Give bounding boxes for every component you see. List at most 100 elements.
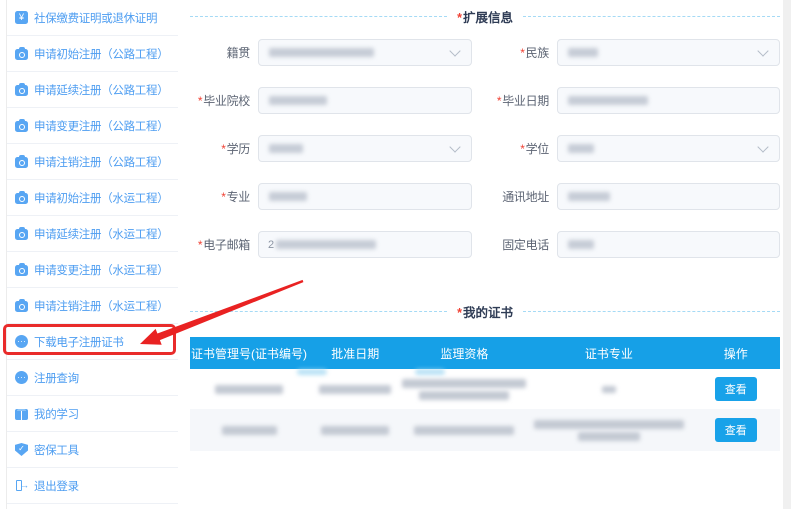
shield-check-icon <box>15 443 28 456</box>
certificate-major-cell <box>526 381 691 398</box>
view-certificate-button[interactable]: 查看 <box>714 418 757 442</box>
extended-info-form: 籍贯 *民族 *毕业院校 *毕业日期 *学历 *学位 *专业 通讯地址 *电子邮… <box>185 39 780 258</box>
dashed-divider <box>190 15 448 17</box>
briefcase-icon <box>15 155 28 168</box>
sidebar-item-logout[interactable]: 退出登录 <box>7 468 178 504</box>
column-header: 证书专业 <box>584 346 633 361</box>
redacted-value <box>568 144 594 153</box>
ethnicity-select[interactable] <box>557 39 780 66</box>
education-level-select[interactable] <box>258 135 472 162</box>
briefcase-icon <box>15 263 28 276</box>
required-asterisk: * <box>221 142 226 156</box>
sidebar-item-social-insurance-proof[interactable]: 社保缴费证明或退休证明 <box>7 0 178 36</box>
form-field-graduation-date: *毕业日期 <box>484 87 780 114</box>
required-asterisk: * <box>520 142 525 156</box>
briefcase-icon <box>15 119 28 132</box>
form-field-education-level: *学历 <box>185 135 472 162</box>
graduation-date-input[interactable] <box>557 87 780 114</box>
sidebar-item-cancel-registration-waterway[interactable]: 申请注销注册（水运工程） <box>7 288 178 324</box>
action-cell: 查看 <box>691 413 780 447</box>
form-field-native-place: 籍贯 <box>185 39 472 66</box>
degree-select[interactable] <box>557 135 780 162</box>
column-header: 证书管理号(证书编号) <box>191 346 307 361</box>
redacted-value <box>533 419 684 429</box>
chevron-down-icon <box>757 44 769 57</box>
required-asterisk: * <box>197 238 203 252</box>
sidebar-item-initial-registration-highway[interactable]: 申请初始注册（公路工程） <box>7 36 178 72</box>
table-header-row: 证书管理号(证书编号) 批准日期 监理资格 证书专业 操作 <box>190 337 780 369</box>
email-input[interactable]: 2 <box>258 231 472 258</box>
redacted-value <box>276 240 377 249</box>
view-certificate-button[interactable]: 查看 <box>714 377 757 401</box>
redacted-value <box>577 431 640 441</box>
sidebar-item-change-registration-waterway[interactable]: 申请变更注册（水运工程） <box>7 252 178 288</box>
required-asterisk: * <box>457 305 462 320</box>
briefcase-icon <box>15 191 28 204</box>
sidebar-item-download-e-certificate[interactable]: 下载电子注册证书 <box>3 324 178 360</box>
chevron-down-icon <box>449 140 461 153</box>
sidebar-item-change-registration-highway[interactable]: 申请变更注册（公路工程） <box>7 108 178 144</box>
redacted-value <box>414 425 515 435</box>
dashed-divider <box>522 15 781 17</box>
required-asterisk: * <box>197 94 203 108</box>
my-certificates-section-header: *我的证书 <box>190 303 781 320</box>
redacted-value <box>269 192 307 201</box>
field-label: 电子邮箱 <box>203 238 250 252</box>
blur-artifact <box>415 369 445 375</box>
logout-icon <box>15 479 29 492</box>
graduate-school-input[interactable] <box>258 87 472 114</box>
redacted-value <box>568 192 610 201</box>
redacted-value <box>568 96 648 105</box>
field-label: 毕业日期 <box>502 94 549 108</box>
sidebar-item-renewal-registration-highway[interactable]: 申请延续注册（公路工程） <box>7 72 178 108</box>
blur-artifact <box>297 369 327 375</box>
redacted-value <box>402 378 527 388</box>
ellipsis-circle-icon <box>15 371 28 384</box>
sidebar-item-my-learning[interactable]: 我的学习 <box>7 396 178 432</box>
redacted-value <box>568 240 594 249</box>
field-label: 专业 <box>226 190 251 204</box>
form-field-landline-phone: 固定电话 <box>484 231 780 258</box>
field-label: 固定电话 <box>502 238 549 252</box>
native-place-select[interactable] <box>258 39 472 66</box>
chevron-down-icon <box>449 44 461 57</box>
required-asterisk: * <box>221 190 226 204</box>
column-header: 监理资格 <box>440 346 489 361</box>
dashed-divider <box>190 310 448 312</box>
sidebar-item-cancel-registration-highway[interactable]: 申请注销注册（公路工程） <box>7 144 178 180</box>
mailing-address-input[interactable] <box>557 183 780 210</box>
field-label: 学位 <box>525 142 550 156</box>
column-header: 批准日期 <box>331 346 380 361</box>
supervision-qualification-cell <box>402 374 527 405</box>
field-label: 通讯地址 <box>502 190 549 204</box>
scrollbar[interactable] <box>783 0 791 509</box>
sidebar-item-security-tool[interactable]: 密保工具 <box>7 432 178 468</box>
section-title: *我的证书 <box>457 305 513 320</box>
briefcase-icon <box>15 227 28 240</box>
sidebar-item-registration-query[interactable]: 注册查询 <box>7 360 178 396</box>
redacted-value <box>319 384 392 394</box>
yen-badge-icon <box>15 11 28 24</box>
redacted-value <box>215 384 283 394</box>
sidebar-item-initial-registration-waterway[interactable]: 申请初始注册（水运工程） <box>7 180 178 216</box>
landline-phone-input[interactable] <box>557 231 780 258</box>
certificate-major-cell <box>526 415 691 446</box>
table-row: 查看 <box>190 409 780 451</box>
book-icon <box>15 408 28 420</box>
sidebar-item-renewal-registration-waterway[interactable]: 申请延续注册（水运工程） <box>7 216 178 252</box>
chevron-down-icon <box>757 140 769 153</box>
form-field-ethnicity: *民族 <box>484 39 780 66</box>
approval-date-cell <box>308 380 402 399</box>
briefcase-icon <box>15 299 28 312</box>
major-input[interactable] <box>258 183 472 210</box>
field-label: 学历 <box>226 142 251 156</box>
field-value-prefix: 2 <box>268 238 275 251</box>
redacted-value <box>568 48 598 57</box>
required-asterisk: * <box>496 94 502 108</box>
required-asterisk: * <box>520 46 525 60</box>
ellipsis-circle-icon <box>15 335 28 348</box>
certificate-number-cell <box>190 380 308 399</box>
registration-portal-page: 社保缴费证明或退休证明 申请初始注册（公路工程） 申请延续注册（公路工程） 申请… <box>0 0 800 509</box>
form-field-graduate-school: *毕业院校 <box>185 87 472 114</box>
field-label: 民族 <box>525 46 550 60</box>
